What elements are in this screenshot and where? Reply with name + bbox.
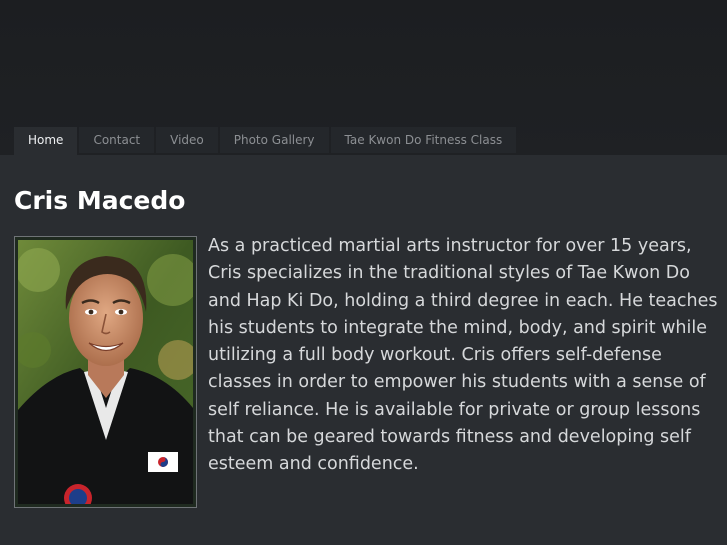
nav-home[interactable]: Home [14,127,78,155]
nav-tae-kwon-do-fitness-class[interactable]: Tae Kwon Do Fitness Class [330,127,517,153]
bio-paragraph: As a practiced martial arts instructor f… [208,236,718,475]
page-title: Cris Macedo [14,186,186,215]
site-header: Home Contact Video Photo Gallery Tae Kwo… [0,0,727,155]
main-nav: Home Contact Video Photo Gallery Tae Kwo… [14,127,518,155]
portrait-image [18,240,193,504]
main-content: Cris Macedo As a practiced martial arts … [0,155,727,545]
nav-contact[interactable]: Contact [79,127,155,153]
nav-video[interactable]: Video [156,127,218,153]
instructor-photo [14,236,197,508]
nav-photo-gallery[interactable]: Photo Gallery [219,127,329,153]
